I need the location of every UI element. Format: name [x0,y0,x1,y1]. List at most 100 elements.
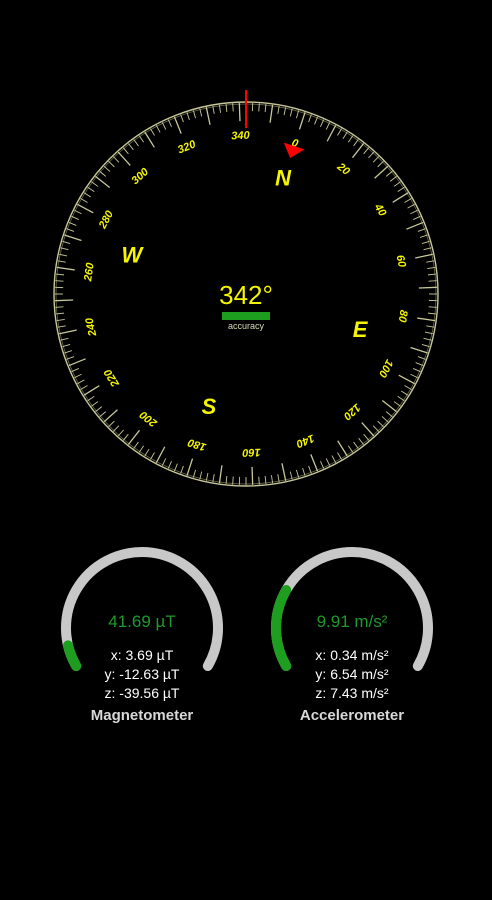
dial-tick [397,186,405,193]
dial-tick [400,390,409,396]
dial-tick [296,110,300,119]
magnetometer-magnitude: 41.69 µT [108,612,176,631]
dial-tick [251,466,254,485]
dial-tick [421,344,430,348]
dial-tick [77,379,85,385]
dial-tick [62,344,71,348]
degree-label: 40 [371,201,389,219]
dial-tick [95,406,103,412]
dial-tick [302,467,306,476]
dial-tick [281,463,287,481]
dial-tick [103,165,111,172]
dial-tick [74,209,82,215]
degree-label: 300 [129,165,151,187]
dial-tick [238,103,241,122]
dial-tick [186,112,190,121]
dial-tick [138,445,145,453]
dial-tick [144,448,150,457]
dial-tick [397,395,405,402]
dial-tick [205,107,211,125]
compass-dial: 0 20 40 60 80 100 120 140 160 180 200 220 240 260 280 3… [0,80,492,500]
dial-tick [389,176,397,182]
dial-tick [406,221,424,230]
dial-tick [337,440,348,457]
dial-tick [138,135,145,143]
degree-label: 100 [376,357,396,380]
degree-label: 240 [83,316,99,338]
dial-tick [421,240,430,244]
dial-tick [407,203,415,209]
dial-tick [393,401,401,407]
dial-tick [64,234,82,242]
dial-tick [385,411,393,418]
dial-tick [99,411,107,418]
accelerometer-y: y: 6.54 m/s² [315,666,389,682]
dial-tick [173,116,182,134]
magnetometer-axes: x: 3.69 µT y: -12.63 µT z: -39.56 µT [52,646,232,703]
dial-tick [326,125,337,142]
cardinal-e: E [353,317,369,342]
dial-tick [412,368,421,373]
dial-tick [415,362,424,366]
degree-label: 140 [294,432,316,450]
magnetometer-y: y: -12.63 µT [104,666,180,682]
dial-tick [150,452,155,460]
dial-tick [155,125,161,133]
dial-tick [117,429,124,437]
magnetometer-x: x: 3.69 µT [110,647,174,663]
dial-tick [83,385,100,396]
magnetometer-gauge: 41.69 µT x: 3.69 µT y: -12.63 µT z: -39.… [52,536,232,736]
dial-tick [66,228,75,232]
dial-tick [269,104,274,123]
accelerometer-magnitude: 9.91 m/s² [316,612,388,631]
dial-tick [87,395,95,402]
magnetometer-z: z: -39.56 µT [104,685,180,701]
degree-label: 340 [231,130,251,143]
accelerometer-title: Accelerometer [299,707,405,724]
dial-tick [428,280,437,282]
dial-tick [144,131,155,148]
dial-tick [377,160,384,168]
dial-tick [428,306,437,308]
dial-tick [108,420,115,428]
dial-tick [77,203,94,214]
dial-tick [320,119,325,128]
dial-tick [308,465,312,474]
dial-tick [377,420,384,428]
accuracy-label: accuracy [227,321,264,331]
dial-tick [91,181,99,187]
dial-tick [122,433,129,441]
dial-tick [71,215,80,220]
dial-tick [62,240,71,244]
degree-label: 260 [82,261,97,283]
dial-tick [296,469,300,478]
heading-value: 342° [219,280,273,310]
heading-readout: 342° accuracy [196,280,296,332]
dial-tick [374,165,389,179]
degree-label: 120 [340,401,362,423]
dial-tick [314,116,318,125]
dial-tick [180,465,184,474]
compass-app-screen: 0 20 40 60 80 100 120 140 160 180 200 220 240 260 280 3… [0,0,492,900]
dial-tick [167,119,172,128]
dial-tick [398,374,415,385]
dial-tick [381,416,389,423]
degree-label: 20 [334,160,353,178]
dial-tick [180,114,184,123]
dial-tick [218,465,223,484]
dial-tick [59,329,77,335]
dial-tick [55,299,74,302]
dial-tick [68,222,77,226]
dial-tick [128,143,134,151]
dial-tick [108,160,115,168]
dial-tick [325,122,331,130]
dial-tick [55,280,64,282]
degree-label: 160 [241,446,261,459]
dial-tick [310,454,319,472]
dial-tick [361,422,375,437]
dial-tick [342,131,348,140]
magnetometer-title: Magnetometer [90,707,194,724]
degree-label: 180 [186,436,208,453]
dial-tick [186,458,194,476]
dial-tick [103,409,118,423]
